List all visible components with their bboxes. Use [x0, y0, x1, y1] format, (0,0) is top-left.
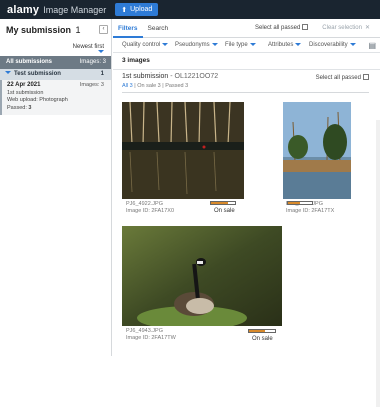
chevron-down-icon [349, 43, 356, 46]
image-card[interactable]: PJ6_4922.JPG Image ID: 2FA17X0 On sale [122, 102, 244, 218]
filter-label: Pseudonyms [175, 42, 210, 48]
chevron-down-icon [249, 43, 256, 46]
image-id: Image ID: 2FA17TX [286, 208, 335, 214]
select-all-label: Select all passed [255, 25, 301, 31]
quality-bar-fill [288, 202, 300, 204]
status-badge: On sale [252, 336, 273, 342]
sort-dropdown[interactable]: Newest first [0, 41, 112, 53]
stat-passed[interactable]: Passed 3 [165, 83, 188, 89]
filter-label: File type [225, 42, 248, 48]
select-all-checkbox[interactable] [302, 24, 309, 30]
submission-header-title: 1st submission [122, 73, 169, 80]
tab-bar: Filters Search Select all passed Clear s… [113, 19, 380, 38]
test-submission-count: 1 [100, 71, 104, 77]
test-submission-group[interactable]: Test submission 1 [0, 69, 111, 80]
image-thumbnail[interactable] [283, 102, 351, 199]
all-submissions-count: Images: 3 [79, 59, 106, 65]
panel-title: My submission 1 [6, 25, 81, 35]
submission-passed: Passed: 3 [7, 105, 111, 113]
filter-quality-control[interactable]: Quality control [122, 42, 169, 48]
top-bar: alamy Image Manager ⬆ Upload [0, 0, 380, 19]
filter-discoverability[interactable]: Discoverability [309, 42, 356, 48]
upload-icon: ⬆ [121, 6, 128, 14]
panel-title-text: My submission [6, 25, 72, 35]
quality-bar [287, 201, 313, 205]
expand-triangle-icon [5, 71, 11, 74]
image-count: 3 images [122, 57, 150, 64]
chevron-down-icon [295, 43, 302, 46]
submission-header: 1st submission - OL1221OO72 [122, 73, 218, 80]
status-badge: On sale [214, 208, 235, 214]
image-thumbnail[interactable] [122, 102, 244, 199]
all-submissions-item[interactable]: All submissions Images: 3 [0, 56, 111, 69]
filter-attributes[interactable]: Attributes [268, 42, 302, 48]
panel-title-count: 1 [75, 25, 81, 35]
alamy-logo[interactable]: alamy [7, 4, 39, 16]
submission-upload-type: Web upload: Photograph [7, 97, 68, 103]
image-card[interactable]: PJ6_4942.JPG Image ID: 2FA17TX [283, 102, 351, 218]
select-all-passed[interactable]: Select all passed [255, 19, 309, 38]
submissions-panel: My submission 1 ‹ Newest first All submi… [0, 19, 112, 356]
clear-selection-label: Clear selection [322, 25, 362, 31]
stat-all[interactable]: All 3 [122, 83, 133, 89]
filter-label: Quality control [122, 42, 161, 48]
image-pane: 1st submission - OL1221OO72 Select all p… [113, 69, 380, 407]
image-thumbnail[interactable] [122, 226, 282, 326]
collapse-panel-icon[interactable]: ‹ [99, 25, 108, 34]
quality-bar-fill [211, 202, 228, 204]
close-icon: ✕ [364, 25, 370, 31]
main-panel: Filters Search Select all passed Clear s… [113, 19, 380, 407]
chevron-down-icon [211, 43, 218, 46]
filter-menu-icon[interactable]: ▤ [368, 41, 376, 50]
chevron-down-icon [98, 50, 104, 53]
select-all-passed-pane[interactable]: Select all passed [316, 74, 369, 81]
tab-filters[interactable]: Filters [113, 19, 143, 38]
filter-label: Attributes [268, 42, 294, 48]
stat-on-sale[interactable]: On sale 3 [137, 83, 161, 89]
app-name: Image Manager [43, 4, 107, 15]
quality-bar [248, 329, 276, 333]
submission-header-id: - OL1221OO72 [170, 73, 219, 80]
upload-button[interactable]: ⬆ Upload [115, 3, 159, 16]
clear-selection[interactable]: Clear selection ✕ [322, 19, 370, 38]
test-submission-label: Test submission [14, 71, 61, 77]
select-all-checkbox[interactable] [363, 74, 369, 80]
filter-label: Discoverability [309, 42, 348, 48]
submission-image-count: Images: 3 [79, 82, 104, 88]
filter-file-type[interactable]: File type [225, 42, 256, 48]
submission-name: 1st submission [7, 89, 44, 96]
quality-bar-fill [249, 330, 265, 332]
quality-bar [210, 201, 236, 205]
submission-list-item[interactable]: 22 Apr 2021 Images: 3 1st submission Web… [0, 80, 111, 115]
all-submissions-label: All submissions [6, 59, 53, 65]
tab-search[interactable]: Search [143, 19, 174, 38]
divider [122, 92, 369, 93]
image-card[interactable]: PJ6_4943.JPG Image ID: 2FA17TW On sale [122, 226, 282, 344]
submission-stats: All 3 | On sale 3 | Passed 3 [122, 83, 189, 89]
passed-label: Passed: [7, 104, 27, 111]
upload-label: Upload [130, 6, 153, 13]
filter-bar: Quality control Pseudonyms File type Att… [113, 39, 380, 53]
passed-value: 3 [28, 104, 32, 111]
filter-pseudonyms[interactable]: Pseudonyms [175, 42, 218, 48]
select-all-label: Select all passed [315, 75, 361, 81]
chevron-down-icon [162, 43, 169, 46]
scrollbar[interactable] [376, 120, 380, 407]
